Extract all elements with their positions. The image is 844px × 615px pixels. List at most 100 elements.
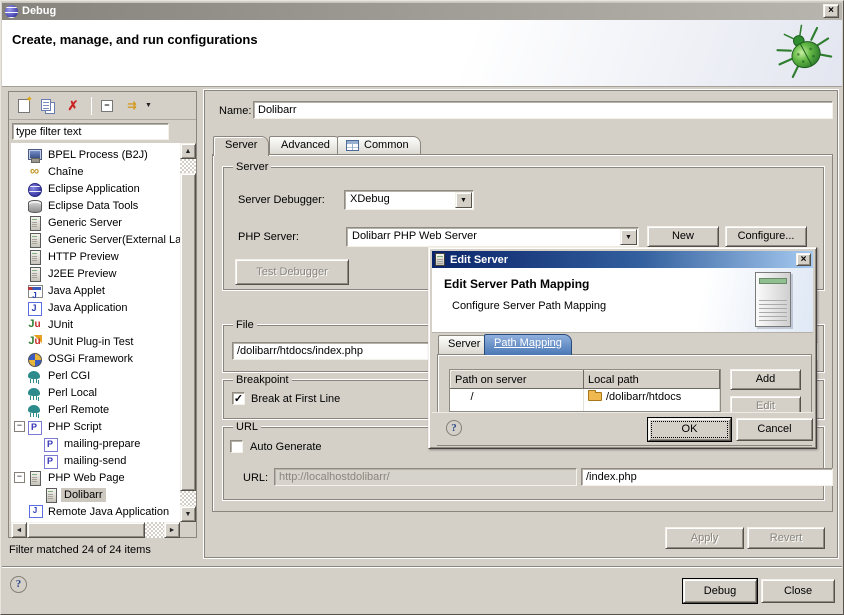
dialog-tab-server[interactable]: Server	[438, 335, 490, 354]
php-server-select[interactable]: Dolibarr PHP Web Server ▼	[346, 227, 639, 247]
tree-item-perl-local[interactable]: Perl Local	[11, 384, 180, 401]
tree-item-eclipse-application[interactable]: Eclipse Application	[11, 180, 180, 197]
scroll-down-icon[interactable]: ▼	[180, 506, 196, 522]
perl-icon	[27, 386, 42, 400]
window-titlebar[interactable]: Debug	[2, 2, 842, 20]
tab-advanced[interactable]: Advanced	[269, 136, 342, 155]
tree-item-java-applet[interactable]: Java Applet	[11, 282, 180, 299]
tree-item-cha-ne[interactable]: Chaîne	[11, 163, 180, 180]
break-first-line-checkbox[interactable]: ✓	[232, 392, 245, 405]
sidebar-toolbar: ✗ − ⇉ ▼	[9, 92, 196, 120]
scrollbar-thumb[interactable]	[27, 522, 145, 538]
debug-button[interactable]: Debug	[683, 579, 757, 603]
header-banner: Create, manage, and run configurations	[2, 20, 842, 87]
help-icon[interactable]: ?	[10, 576, 27, 593]
osgi-icon	[27, 352, 42, 366]
tree-item-java-application[interactable]: Java Application	[11, 299, 180, 316]
configure-button[interactable]: Configure...	[725, 226, 807, 247]
tree-item-label: Perl Remote	[45, 403, 112, 417]
tree-item-perl-cgi[interactable]: Perl CGI	[11, 367, 180, 384]
tree-item-label: Chaîne	[45, 165, 86, 179]
close-button[interactable]: Close	[761, 579, 835, 603]
tree-item-dolibarr[interactable]: Dolibarr	[11, 486, 180, 503]
scroll-left-icon[interactable]: ◄	[11, 522, 27, 538]
chevron-down-icon[interactable]: ▼	[455, 192, 472, 208]
tree-vertical-scrollbar[interactable]: ▲ ▼	[180, 143, 196, 522]
auto-generate-checkbox[interactable]	[230, 440, 243, 453]
tree-item-php-script[interactable]: PHP Script	[11, 418, 180, 435]
tree-item-junit[interactable]: JUnit	[11, 316, 180, 333]
column-local-path[interactable]: Local path	[584, 371, 720, 389]
debug-window: Debug × Create, manage, and run configur…	[0, 0, 844, 615]
url-group-legend: URL	[233, 421, 261, 433]
db-icon	[27, 199, 42, 213]
tree-item-junit-plug-in-test[interactable]: JUnit Plug-in Test	[11, 333, 180, 350]
tree-item-label: Eclipse Application	[45, 182, 143, 196]
dialog-close-button[interactable]: ×	[796, 253, 811, 266]
duplicate-config-icon[interactable]	[38, 96, 60, 116]
scroll-up-icon[interactable]: ▲	[180, 143, 196, 159]
debug-bug-icon	[772, 24, 834, 80]
tree-item-j2ee-preview[interactable]: J2EE Preview	[11, 265, 180, 282]
new-button[interactable]: New	[647, 226, 719, 247]
delete-config-icon[interactable]: ✗	[62, 96, 84, 116]
scroll-right-icon[interactable]: ►	[164, 522, 180, 538]
dialog-title: Edit Server	[450, 254, 508, 266]
apply-button[interactable]: Apply	[665, 527, 744, 549]
tree-item-perl-remote[interactable]: Perl Remote	[11, 401, 180, 418]
tab-server[interactable]: Server	[213, 136, 269, 156]
tree-item-label: OSGi Framework	[45, 352, 136, 366]
test-debugger-button[interactable]: Test Debugger	[235, 259, 349, 285]
tree-item-osgi-framework[interactable]: OSGi Framework	[11, 350, 180, 367]
revert-button[interactable]: Revert	[747, 527, 825, 549]
php-icon	[43, 454, 58, 468]
chevron-down-icon[interactable]: ▼	[620, 229, 637, 245]
tree-item-mailing-prepare[interactable]: mailing-prepare	[11, 435, 180, 452]
collapse-all-icon[interactable]: −	[97, 96, 119, 116]
base-url-input	[274, 468, 577, 486]
ok-button[interactable]: OK	[648, 418, 731, 441]
scrollbar-thumb[interactable]	[180, 173, 196, 491]
window-close-button[interactable]: ×	[823, 4, 839, 18]
cancel-button[interactable]: Cancel	[736, 418, 813, 441]
filter-icon[interactable]: ⇉	[121, 96, 143, 116]
tree-item-generic-server[interactable]: Generic Server	[11, 214, 180, 231]
dialog-help-icon[interactable]: ?	[446, 420, 462, 436]
path-mapping-table[interactable]: Path on server Local path //dolibarr/htd…	[449, 369, 721, 412]
eclipse-icon	[5, 5, 18, 18]
tree-item-bpel-process-b2j[interactable]: BPEL Process (B2J)	[11, 146, 180, 163]
name-input[interactable]	[253, 101, 833, 119]
tree-item-label: PHP Web Page	[45, 471, 128, 485]
tree-item-php-web-page[interactable]: PHP Web Page	[11, 469, 180, 486]
tab-server-label: Server	[225, 139, 257, 151]
tab-advanced-label: Advanced	[281, 139, 330, 151]
window-title: Debug	[22, 5, 56, 17]
tree-item-generic-server-external-la[interactable]: Generic Server(External La	[11, 231, 180, 248]
filter-input[interactable]	[12, 123, 169, 140]
file-group-legend: File	[233, 319, 257, 331]
dialog-tab-path-mapping[interactable]: Path Mapping	[484, 334, 572, 355]
tree-item-remote-java-application[interactable]: Remote Java Application	[11, 503, 180, 520]
server-debugger-label: Server Debugger:	[238, 194, 325, 206]
new-config-icon[interactable]	[14, 96, 36, 116]
add-button[interactable]: Add	[730, 369, 801, 390]
filter-menu-caret-icon[interactable]: ▼	[145, 96, 152, 116]
tree-item-label: Generic Server(External La	[45, 233, 180, 247]
table-row[interactable]: //dolibarr/htdocs	[451, 389, 720, 406]
tree-item-http-preview[interactable]: HTTP Preview	[11, 248, 180, 265]
tree-horizontal-scrollbar[interactable]: ◄ ►	[11, 522, 180, 538]
applet-icon	[27, 284, 42, 298]
tab-common[interactable]: Common	[337, 136, 421, 155]
server-debugger-select[interactable]: XDebug ▼	[344, 190, 474, 210]
dialog-titlebar[interactable]: Edit Server	[432, 251, 813, 268]
column-path-on-server[interactable]: Path on server	[451, 371, 584, 389]
tree-item-eclipse-data-tools[interactable]: Eclipse Data Tools	[11, 197, 180, 214]
tree-item-mailing-send[interactable]: mailing-send	[11, 452, 180, 469]
common-tab-icon	[346, 140, 359, 151]
tree-item-label: J2EE Preview	[45, 267, 119, 281]
dialog-footer: ? OK Cancel	[432, 412, 813, 445]
page-title: Create, manage, and run configurations	[12, 32, 258, 47]
toolbar-separator	[91, 97, 92, 115]
edit-button[interactable]: Edit	[730, 396, 801, 412]
url-path-input[interactable]	[581, 468, 833, 486]
